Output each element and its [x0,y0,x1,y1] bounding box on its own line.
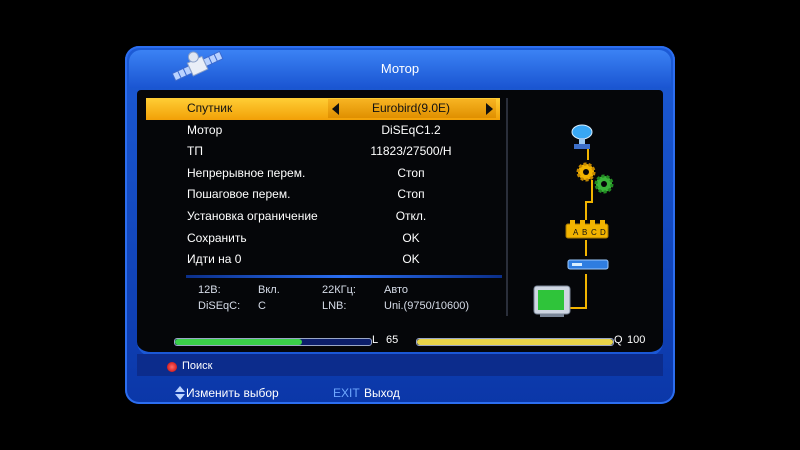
receiver-icon [567,259,609,270]
voltage-value: Вкл. [258,284,280,296]
menu-row-value: DiSEqC1.2 [381,122,441,137]
lnb-value: Uni.(9750/10600) [384,300,470,312]
lnb-label: LNB: [322,300,347,312]
page-title: Мотор [380,61,420,76]
menu-row-value: Стоп [397,187,425,202]
menu-row-value: Стоп [397,165,425,180]
tone-value: Авто [384,284,408,296]
svg-text:C: C [591,228,597,237]
menu-row-satellite[interactable]: Спутник Eurobird(9.0E) [146,98,500,120]
connection-diagram: A B C D [533,124,614,317]
menu-row-value: Eurobird(9.0E) [371,101,451,115]
menu-row-label: Установка ограничение [187,208,318,223]
tone-label: 22КГц: [322,284,356,296]
menu-row-value: OK [402,230,420,245]
menu-row-continuous-move[interactable]: Непрерывное перем. Стоп [146,163,500,185]
menu-row-motor[interactable]: Мотор DiSEqC1.2 [146,120,500,142]
menu-row-label: Непрерывное перем. [187,165,306,180]
menu-row-set-limit[interactable]: Установка ограничение Откл. [146,206,500,228]
gears-icon [576,162,614,194]
vertical-divider [506,98,508,316]
menu-row-save[interactable]: Сохранить OK [146,228,500,250]
red-button-icon[interactable] [167,362,177,372]
voltage-label: 12В: [198,284,221,296]
exit-key-label[interactable]: EXIT [333,386,360,400]
menu-row-go-to-zero[interactable]: Идти на 0 OK [146,249,500,271]
signal-level-label: L [372,334,379,346]
diseqc-value: C [258,300,266,312]
signal-quality-bar [416,338,614,346]
diseqc-switch-icon: A B C D [565,220,609,239]
svg-text:B: B [582,228,587,237]
menu-row-transponder[interactable]: ТП 11823/27500/H [146,141,500,163]
signal-quality-label: Q [614,334,623,346]
dish-icon [571,124,593,149]
signal-level-fill [175,339,303,345]
diseqc-label: DiSEqC: [198,300,241,312]
settings-menu: Спутник Eurobird(9.0E) Мотор DiSEqC1.2 Т… [146,98,500,271]
signal-level-bar [174,338,372,346]
menu-row-label: Спутник [187,101,233,115]
signal-level-value: 65 [386,334,399,346]
change-selection-hint: Изменить выбор [186,386,279,400]
exit-hint: Выход [364,386,400,400]
signal-quality-value: 100 [627,334,646,346]
menu-row-step-move[interactable]: Пошаговое перем. Стоп [146,184,500,206]
tv-icon [533,285,571,317]
svg-text:A: A [573,228,579,237]
hint-strip [137,354,663,376]
search-hint[interactable]: Поиск [182,360,212,372]
arrow-right-icon[interactable] [486,103,493,115]
menu-row-label: Мотор [187,122,223,137]
signal-quality-fill [417,339,613,345]
menu-row-label: Пошаговое перем. [187,187,291,202]
menu-row-label: Идти на 0 [187,252,242,267]
menu-row-value: 11823/27500/H [370,144,452,159]
menu-row-value: Откл. [395,208,427,223]
menu-row-label: Сохранить [187,230,247,245]
horizontal-divider [186,275,502,278]
menu-row-label: ТП [187,144,203,159]
svg-text:D: D [600,228,606,237]
menu-row-value: OK [402,252,420,267]
updown-arrows-icon [175,386,185,400]
